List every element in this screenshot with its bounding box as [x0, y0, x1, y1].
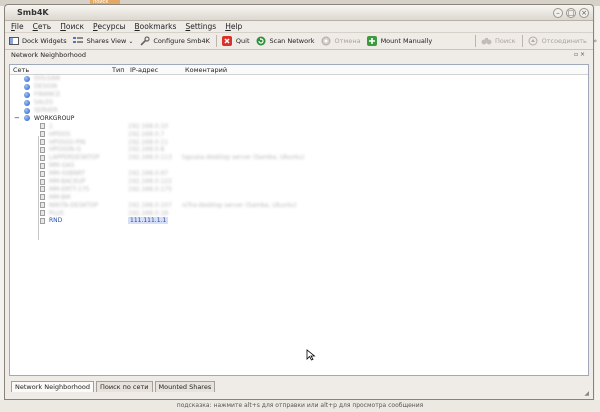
toolbar: Dock Widgets Shares View ⌄ Configure Smb… [5, 33, 597, 50]
maximize-button[interactable]: □ [566, 8, 576, 18]
menu-settings[interactable]: Settings [185, 22, 216, 31]
quit-button[interactable]: Quit [222, 36, 250, 47]
network-tree: DOLGAN DESIGN FINANCE SALES SERVER − WOR… [10, 75, 588, 240]
toolbar-separator [475, 35, 476, 47]
chevron-down-icon: ⌄ [128, 37, 134, 45]
tree-row-host[interactable]: MM-ERTT-175 192.168.0.175 [10, 185, 588, 193]
menu-help[interactable]: Help [225, 22, 242, 31]
globe-icon [24, 91, 30, 98]
dock-title-bar[interactable]: Network Neighborhood ▫ × [5, 50, 593, 60]
computer-icon [40, 123, 45, 130]
toolbar-separator [521, 35, 523, 47]
tree-row-workgroup[interactable]: DESIGN [10, 83, 588, 91]
tab-network-neighborhood[interactable]: Network Neighborhood [11, 381, 94, 392]
smb4k-window: Smb4K – □ × File Сеть Поиск Ресурсы Book… [4, 4, 597, 400]
toolbar-right-group: Поиск Отсоединить » [475, 35, 597, 47]
tree-row-host[interactable]: HPOSSN-G 192.168.0.8 [10, 146, 588, 154]
computer-icon [40, 194, 45, 201]
menu-bookmarks[interactable]: Bookmarks [135, 22, 177, 31]
toolbar-separator [215, 35, 217, 47]
computer-icon [40, 210, 45, 217]
globe-icon [24, 83, 30, 90]
dock-widgets-button[interactable]: Dock Widgets [8, 36, 67, 47]
shares-view-button[interactable]: Shares View ⌄ [73, 36, 134, 47]
tools-icon [139, 36, 150, 47]
mount-manually-button[interactable]: Mount Manually [367, 36, 432, 47]
column-network[interactable]: Сеть [10, 65, 109, 74]
tree-row-host[interactable]: LAPPERDESKTOP 192.168.0.113 tapusia-deskto… [10, 154, 588, 162]
computer-icon [40, 154, 45, 161]
computer-icon [40, 178, 45, 185]
eject-icon [528, 36, 539, 47]
network-tree-panel[interactable]: Сеть Тип IP-адрес Коментарий DOLGAN DESI… [9, 64, 589, 376]
column-ip[interactable]: IP-адрес [127, 65, 182, 74]
tree-row-host[interactable]: MM-BM [10, 193, 588, 201]
globe-icon [24, 75, 30, 82]
computer-icon [40, 131, 45, 138]
list-view-icon [73, 36, 84, 47]
tree-header: Сеть Тип IP-адрес Коментарий [10, 65, 588, 75]
resize-grip-icon[interactable]: ◢ [584, 390, 589, 397]
view-tabs: Network Neighborhood Поиск по сети Mount… [11, 381, 217, 392]
desktop-status-text: подсказка: нажмите alt+s для отправки ил… [0, 400, 600, 412]
tab-mounted-shares[interactable]: Mounted Shares [154, 381, 216, 392]
more-icon[interactable]: » [593, 37, 597, 45]
tree-row-workgroup[interactable]: SERVER [10, 107, 588, 115]
menu-file[interactable]: File [11, 22, 24, 31]
tree-row-host[interactable]: HPOSSS-PIN 192.168.0.11 [10, 138, 588, 146]
menu-network[interactable]: Сеть [33, 22, 52, 31]
menu-search[interactable]: Поиск [60, 22, 84, 31]
menu-bar: File Сеть Поиск Ресурсы Bookmarks Settin… [5, 21, 593, 33]
column-comment[interactable]: Коментарий [182, 65, 227, 74]
tree-row-workgroup[interactable]: DOLGAN [10, 75, 588, 83]
computer-icon [40, 162, 45, 169]
column-type[interactable]: Тип [109, 65, 127, 74]
computer-icon [40, 186, 45, 193]
title-bar[interactable]: Smb4K – □ × [5, 5, 593, 21]
tree-row-host[interactable]: MM-SSBNRT 192.168.0.97 [10, 170, 588, 178]
tree-row-workgroup[interactable]: SALES [10, 99, 588, 107]
menu-shares[interactable]: Ресурсы [93, 22, 126, 31]
dock-controls[interactable]: ▫ × [574, 50, 585, 60]
minimize-button[interactable]: – [553, 8, 563, 18]
computer-icon [40, 217, 45, 224]
tree-row-host[interactable]: MM-BACKUP 192.168.0.122 [10, 178, 588, 186]
tree-row-host[interactable]: PLUS 192.168.0.18 [10, 209, 588, 217]
globe-icon [24, 107, 30, 114]
collapse-icon[interactable]: − [14, 114, 24, 122]
tree-row-host[interactable]: HPDOS 192.168.0.7 [10, 130, 588, 138]
computer-icon [40, 170, 45, 177]
tab-network-search[interactable]: Поиск по сети [95, 381, 153, 392]
dock-widgets-icon [8, 36, 19, 47]
plus-icon [367, 36, 378, 47]
tree-row-host[interactable]: NIKITA-DESKTOP 192.168.0.107 niTra-desktop… [10, 201, 588, 209]
tree-row-host-selected[interactable]: RND 111.111.1.1 [10, 217, 588, 225]
search-button[interactable]: Поиск [481, 36, 516, 47]
close-button[interactable]: × [579, 8, 589, 18]
quit-icon [222, 36, 233, 47]
computer-icon [40, 202, 45, 209]
window-title: Smb4K [17, 8, 49, 17]
binoculars-icon [481, 36, 492, 47]
computer-icon [40, 146, 45, 153]
tree-row-host[interactable]: 1 192.168.0.10 [10, 122, 588, 130]
globe-icon [24, 99, 30, 106]
tree-row-workgroup[interactable]: FINANCE [10, 91, 588, 99]
configure-button[interactable]: Configure Smb4K [139, 36, 210, 47]
mouse-cursor-icon [306, 349, 316, 361]
desktop-right-edge [595, 6, 600, 412]
scan-network-button[interactable]: Scan Network [256, 36, 315, 47]
tree-row-workgroup-expanded[interactable]: − WORKGROUP [10, 114, 588, 122]
dock-title: Network Neighborhood [11, 51, 86, 59]
refresh-icon [256, 36, 267, 47]
globe-icon [24, 115, 30, 122]
cancel-icon [321, 36, 332, 47]
computer-icon [40, 139, 45, 146]
unmount-button[interactable]: Отсоединить [528, 36, 587, 47]
tree-row-host[interactable]: MM-GAS [10, 162, 588, 170]
cancel-button[interactable]: Отмена [321, 36, 361, 47]
